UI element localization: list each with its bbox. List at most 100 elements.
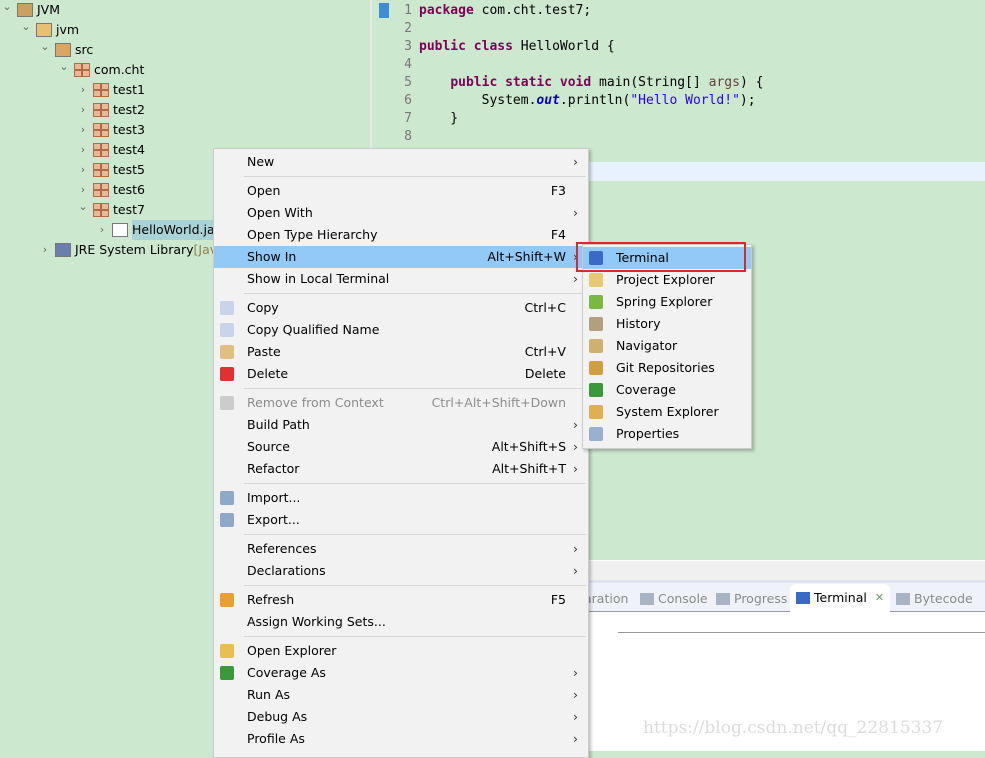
panel-divider xyxy=(618,632,985,633)
code-line[interactable]: package com.cht.test7; xyxy=(419,2,591,20)
chevron-down-icon[interactable]: ⌄ xyxy=(57,57,71,77)
menu-item-history[interactable]: History xyxy=(583,313,751,335)
menu-item-open-type-hierarchy[interactable]: Open Type Hierarchy F4 xyxy=(214,224,588,246)
menu-item-references[interactable]: References › xyxy=(214,538,588,560)
menu-item-label: Source xyxy=(247,439,290,454)
chevron-down-icon[interactable]: ⌄ xyxy=(0,0,14,17)
menu-item-label: Delete xyxy=(247,366,289,381)
menu-item-shortcut: Alt+Shift+S xyxy=(491,439,566,454)
menu-item-refactor[interactable]: Refactor Alt+Shift+T › xyxy=(214,458,588,480)
chevron-right-icon[interactable]: › xyxy=(95,220,109,240)
tab-console[interactable]: Console xyxy=(640,586,708,612)
menu-item-navigator[interactable]: Navigator xyxy=(583,335,751,357)
menu-item-build-path[interactable]: Build Path › xyxy=(214,414,588,436)
menu-item-show-in-local-terminal[interactable]: Show in Local Terminal › xyxy=(214,268,588,290)
tree-item[interactable]: › test1 xyxy=(76,80,145,100)
menu-item-system-explorer[interactable]: System Explorer xyxy=(583,401,751,423)
code-token: com.cht.test7; xyxy=(473,3,592,18)
menu-item-refresh[interactable]: Refresh F5 xyxy=(214,589,588,611)
menu-item-copy[interactable]: Copy Ctrl+C xyxy=(214,297,588,319)
tab-label: Terminal xyxy=(814,590,867,605)
menu-item-source[interactable]: Source Alt+Shift+S › xyxy=(214,436,588,458)
chevron-down-icon[interactable]: ⌄ xyxy=(38,37,52,57)
code-token: HelloWorld { xyxy=(512,39,615,54)
package-icon xyxy=(74,63,90,77)
tree-item[interactable]: ⌄ test7 xyxy=(76,200,145,220)
menu-item-declarations[interactable]: Declarations › xyxy=(214,560,588,582)
watermark: https://blog.csdn.net/qq_22815337 xyxy=(643,718,944,738)
menu-item-label: Coverage xyxy=(616,382,676,397)
chevron-right-icon[interactable]: › xyxy=(76,120,90,140)
tree-item[interactable]: › test4 xyxy=(76,140,145,160)
menu-item-label: Copy xyxy=(247,300,279,315)
tree-item[interactable]: › test3 xyxy=(76,120,145,140)
tab-aration[interactable]: aration xyxy=(584,586,628,612)
tree-item[interactable]: › test5 xyxy=(76,160,145,180)
menu-item-label: Open xyxy=(247,183,281,198)
menu-item-new[interactable]: New › xyxy=(214,151,588,173)
code-line[interactable]: public class HelloWorld { xyxy=(419,38,615,56)
menu-item-git-repositories[interactable]: Git Repositories xyxy=(583,357,751,379)
tree-item-label: JVM xyxy=(37,2,61,17)
tree-item[interactable]: ⌄ com.cht xyxy=(57,60,144,80)
menu-item-properties[interactable]: Properties xyxy=(583,423,751,445)
chevron-down-icon[interactable]: ⌄ xyxy=(19,17,33,37)
menu-item-shortcut: Ctrl+V xyxy=(524,344,566,359)
line-number: 3 xyxy=(404,39,412,54)
menu-item-project-explorer[interactable]: Project Explorer xyxy=(583,269,751,291)
menu-item-delete[interactable]: Delete Delete xyxy=(214,363,588,385)
coverage-icon xyxy=(589,383,603,397)
code-token: main(String[] xyxy=(591,75,709,90)
chevron-right-icon[interactable]: › xyxy=(76,80,90,100)
java-file-icon xyxy=(112,223,128,237)
chevron-right-icon[interactable]: › xyxy=(76,100,90,120)
copy-qualified-icon xyxy=(220,323,234,337)
menu-item-label: Import... xyxy=(247,490,301,505)
progress-icon xyxy=(716,593,730,605)
menu-item-assign-working-sets[interactable]: Assign Working Sets... xyxy=(214,611,588,633)
menu-item-shortcut: Ctrl+Alt+Shift+Down xyxy=(431,395,566,410)
menu-item-shortcut: F3 xyxy=(550,183,566,198)
menu-item-run-as[interactable]: Run As › xyxy=(214,684,588,706)
menu-item-debug-as[interactable]: Debug As › xyxy=(214,706,588,728)
menu-item-paste[interactable]: Paste Ctrl+V xyxy=(214,341,588,363)
menu-item-open[interactable]: Open F3 xyxy=(214,180,588,202)
chevron-right-icon: › xyxy=(573,709,578,724)
menu-item-import[interactable]: Import... xyxy=(214,487,588,509)
menu-item-shortcut: Ctrl+C xyxy=(524,300,566,315)
chevron-right-icon[interactable]: › xyxy=(38,240,52,260)
close-icon[interactable]: ✕ xyxy=(875,585,884,611)
menu-item-coverage-as[interactable]: Coverage As › xyxy=(214,662,588,684)
menu-item-label: History xyxy=(616,316,661,331)
menu-item-copy-qualified-name[interactable]: Copy Qualified Name xyxy=(214,319,588,341)
tab-bytecode[interactable]: Bytecode xyxy=(896,586,973,612)
chevron-right-icon[interactable]: › xyxy=(76,160,90,180)
menu-item-open-with[interactable]: Open With › xyxy=(214,202,588,224)
delete-icon xyxy=(220,367,234,381)
tree-item-label: com.cht xyxy=(94,62,145,77)
menu-item-open-explorer[interactable]: Open Explorer xyxy=(214,640,588,662)
menu-item-label: Copy Qualified Name xyxy=(247,322,380,337)
tree-item[interactable]: › test2 xyxy=(76,100,145,120)
menu-item-coverage[interactable]: Coverage xyxy=(583,379,751,401)
paste-icon xyxy=(220,345,234,359)
line-number: 7 xyxy=(404,111,412,126)
menu-item-spring-explorer[interactable]: Spring Explorer xyxy=(583,291,751,313)
tab-progress[interactable]: Progress xyxy=(716,586,787,612)
menu-item-label: Debug As xyxy=(247,709,308,724)
chevron-down-icon[interactable]: ⌄ xyxy=(76,197,90,217)
chevron-right-icon[interactable]: › xyxy=(76,140,90,160)
code-line[interactable]: System.out.println("Hello World!"); xyxy=(419,92,756,110)
tab-terminal[interactable]: Terminal ✕ xyxy=(790,584,891,612)
line-number: 5 xyxy=(404,75,412,90)
code-line[interactable]: } xyxy=(419,110,458,128)
code-line[interactable]: public static void main(String[] args) { xyxy=(419,74,763,92)
menu-item-label: Coverage As xyxy=(247,665,326,680)
menu-separator xyxy=(244,176,586,177)
menu-item-label: Refactor xyxy=(247,461,300,476)
menu-item-profile-as[interactable]: Profile As › xyxy=(214,728,588,750)
remove-context-icon xyxy=(220,396,234,410)
menu-item-export[interactable]: Export... xyxy=(214,509,588,531)
menu-item-show-in[interactable]: Show In Alt+Shift+W › xyxy=(214,246,588,268)
tree-item-label: test4 xyxy=(113,142,145,157)
